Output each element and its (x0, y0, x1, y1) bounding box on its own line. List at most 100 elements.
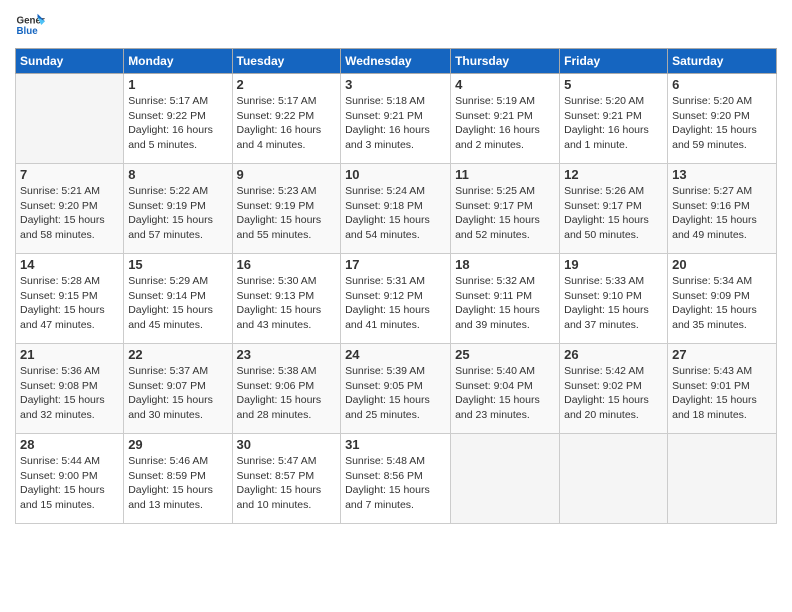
calendar-cell: 17Sunrise: 5:31 AM Sunset: 9:12 PM Dayli… (341, 254, 451, 344)
weekday-header: Thursday (451, 49, 560, 74)
calendar-cell: 20 Sunrise: 5:34 AM Sunset: 9:09 PM Dayli… (668, 254, 777, 344)
day-number: 19 (564, 257, 663, 272)
day-info: Sunrise: 5:26 AM Sunset: 9:17 PM Dayligh… (564, 184, 663, 243)
calendar-cell: 24 Sunrise: 5:39 AM Sunset: 9:05 PM Dayli… (341, 344, 451, 434)
day-number: 24 (345, 347, 446, 362)
day-info: Sunrise: 5:48 AM Sunset: 8:56 PM Dayligh… (345, 454, 446, 513)
calendar-cell (451, 434, 560, 524)
logo: General Blue (15, 10, 45, 40)
day-number: 4 (455, 77, 555, 92)
day-number: 8 (128, 167, 227, 182)
calendar-cell: 1Sunrise: 5:17 AM Sunset: 9:22 PM Daylig… (124, 74, 232, 164)
weekday-header: Sunday (16, 49, 124, 74)
calendar-cell: 16 Sunrise: 5:30 AM Sunset: 9:13 PM Dayli… (232, 254, 341, 344)
calendar-cell: 12 Sunrise: 5:26 AM Sunset: 9:17 PM Dayli… (560, 164, 668, 254)
day-info: Sunrise: 5:20 AM Sunset: 9:20 PM Dayligh… (672, 94, 772, 153)
day-number: 27 (672, 347, 772, 362)
day-number: 10 (345, 167, 446, 182)
calendar-cell: 28 Sunrise: 5:44 AM Sunset: 9:00 PM Dayli… (16, 434, 124, 524)
day-info: Sunrise: 5:44 AM Sunset: 9:00 PM Dayligh… (20, 454, 119, 513)
day-info: Sunrise: 5:25 AM Sunset: 9:17 PM Dayligh… (455, 184, 555, 243)
day-info: Sunrise: 5:29 AM Sunset: 9:14 PM Dayligh… (128, 274, 227, 333)
day-info: Sunrise: 5:30 AM Sunset: 9:13 PM Dayligh… (237, 274, 337, 333)
day-number: 11 (455, 167, 555, 182)
day-info: Sunrise: 5:17 AM Sunset: 9:22 PM Dayligh… (237, 94, 337, 153)
day-number: 15 (128, 257, 227, 272)
day-number: 26 (564, 347, 663, 362)
day-info: Sunrise: 5:18 AM Sunset: 9:21 PM Dayligh… (345, 94, 446, 153)
day-number: 12 (564, 167, 663, 182)
calendar-cell: 23 Sunrise: 5:38 AM Sunset: 9:06 PM Dayli… (232, 344, 341, 434)
day-info: Sunrise: 5:27 AM Sunset: 9:16 PM Dayligh… (672, 184, 772, 243)
day-info: Sunrise: 5:22 AM Sunset: 9:19 PM Dayligh… (128, 184, 227, 243)
weekday-header: Monday (124, 49, 232, 74)
day-number: 7 (20, 167, 119, 182)
weekday-header: Saturday (668, 49, 777, 74)
day-number: 6 (672, 77, 772, 92)
svg-text:Blue: Blue (17, 26, 39, 37)
calendar-cell: 9Sunrise: 5:23 AM Sunset: 9:19 PM Daylig… (232, 164, 341, 254)
calendar-week-row: 14Sunrise: 5:28 AM Sunset: 9:15 PM Dayli… (16, 254, 777, 344)
day-info: Sunrise: 5:20 AM Sunset: 9:21 PM Dayligh… (564, 94, 663, 153)
day-number: 5 (564, 77, 663, 92)
day-number: 16 (237, 257, 337, 272)
day-number: 2 (237, 77, 337, 92)
day-number: 3 (345, 77, 446, 92)
calendar-week-row: 7 Sunrise: 5:21 AM Sunset: 9:20 PM Daylig… (16, 164, 777, 254)
day-number: 23 (237, 347, 337, 362)
calendar: SundayMondayTuesdayWednesdayThursdayFrid… (15, 48, 777, 524)
day-number: 20 (672, 257, 772, 272)
day-number: 14 (20, 257, 119, 272)
day-info: Sunrise: 5:42 AM Sunset: 9:02 PM Dayligh… (564, 364, 663, 423)
calendar-cell: 8 Sunrise: 5:22 AM Sunset: 9:19 PM Daylig… (124, 164, 232, 254)
calendar-cell: 7 Sunrise: 5:21 AM Sunset: 9:20 PM Daylig… (16, 164, 124, 254)
day-number: 28 (20, 437, 119, 452)
day-number: 29 (128, 437, 227, 452)
weekday-header-row: SundayMondayTuesdayWednesdayThursdayFrid… (16, 49, 777, 74)
weekday-header: Friday (560, 49, 668, 74)
day-number: 17 (345, 257, 446, 272)
calendar-cell: 3 Sunrise: 5:18 AM Sunset: 9:21 PM Daylig… (341, 74, 451, 164)
calendar-cell: 21 Sunrise: 5:36 AM Sunset: 9:08 PM Dayli… (16, 344, 124, 434)
day-info: Sunrise: 5:17 AM Sunset: 9:22 PM Dayligh… (128, 94, 227, 153)
calendar-cell: 11 Sunrise: 5:25 AM Sunset: 9:17 PM Dayli… (451, 164, 560, 254)
logo-icon: General Blue (15, 10, 45, 40)
calendar-cell: 29 Sunrise: 5:46 AM Sunset: 8:59 PM Dayli… (124, 434, 232, 524)
day-info: Sunrise: 5:34 AM Sunset: 9:09 PM Dayligh… (672, 274, 772, 333)
calendar-cell: 27 Sunrise: 5:43 AM Sunset: 9:01 PM Dayli… (668, 344, 777, 434)
day-info: Sunrise: 5:36 AM Sunset: 9:08 PM Dayligh… (20, 364, 119, 423)
day-number: 21 (20, 347, 119, 362)
day-info: Sunrise: 5:43 AM Sunset: 9:01 PM Dayligh… (672, 364, 772, 423)
calendar-week-row: 28 Sunrise: 5:44 AM Sunset: 9:00 PM Dayli… (16, 434, 777, 524)
day-info: Sunrise: 5:24 AM Sunset: 9:18 PM Dayligh… (345, 184, 446, 243)
day-info: Sunrise: 5:47 AM Sunset: 8:57 PM Dayligh… (237, 454, 337, 513)
calendar-cell: 30Sunrise: 5:47 AM Sunset: 8:57 PM Dayli… (232, 434, 341, 524)
day-number: 13 (672, 167, 772, 182)
calendar-cell: 18 Sunrise: 5:32 AM Sunset: 9:11 PM Dayli… (451, 254, 560, 344)
day-number: 22 (128, 347, 227, 362)
calendar-cell: 2 Sunrise: 5:17 AM Sunset: 9:22 PM Daylig… (232, 74, 341, 164)
day-number: 18 (455, 257, 555, 272)
day-info: Sunrise: 5:19 AM Sunset: 9:21 PM Dayligh… (455, 94, 555, 153)
calendar-week-row: 1Sunrise: 5:17 AM Sunset: 9:22 PM Daylig… (16, 74, 777, 164)
day-info: Sunrise: 5:46 AM Sunset: 8:59 PM Dayligh… (128, 454, 227, 513)
calendar-week-row: 21 Sunrise: 5:36 AM Sunset: 9:08 PM Dayli… (16, 344, 777, 434)
day-info: Sunrise: 5:23 AM Sunset: 9:19 PM Dayligh… (237, 184, 337, 243)
day-number: 31 (345, 437, 446, 452)
day-info: Sunrise: 5:21 AM Sunset: 9:20 PM Dayligh… (20, 184, 119, 243)
calendar-cell: 31 Sunrise: 5:48 AM Sunset: 8:56 PM Dayli… (341, 434, 451, 524)
weekday-header: Wednesday (341, 49, 451, 74)
header: General Blue (15, 10, 777, 40)
day-info: Sunrise: 5:39 AM Sunset: 9:05 PM Dayligh… (345, 364, 446, 423)
calendar-cell: 6 Sunrise: 5:20 AM Sunset: 9:20 PM Daylig… (668, 74, 777, 164)
calendar-cell: 22Sunrise: 5:37 AM Sunset: 9:07 PM Dayli… (124, 344, 232, 434)
calendar-cell: 13 Sunrise: 5:27 AM Sunset: 9:16 PM Dayli… (668, 164, 777, 254)
calendar-cell (668, 434, 777, 524)
day-info: Sunrise: 5:32 AM Sunset: 9:11 PM Dayligh… (455, 274, 555, 333)
calendar-cell: 10 Sunrise: 5:24 AM Sunset: 9:18 PM Dayli… (341, 164, 451, 254)
calendar-cell: 4 Sunrise: 5:19 AM Sunset: 9:21 PM Daylig… (451, 74, 560, 164)
calendar-cell: 5 Sunrise: 5:20 AM Sunset: 9:21 PM Daylig… (560, 74, 668, 164)
calendar-cell: 15 Sunrise: 5:29 AM Sunset: 9:14 PM Dayli… (124, 254, 232, 344)
calendar-cell: 26 Sunrise: 5:42 AM Sunset: 9:02 PM Dayli… (560, 344, 668, 434)
day-info: Sunrise: 5:38 AM Sunset: 9:06 PM Dayligh… (237, 364, 337, 423)
